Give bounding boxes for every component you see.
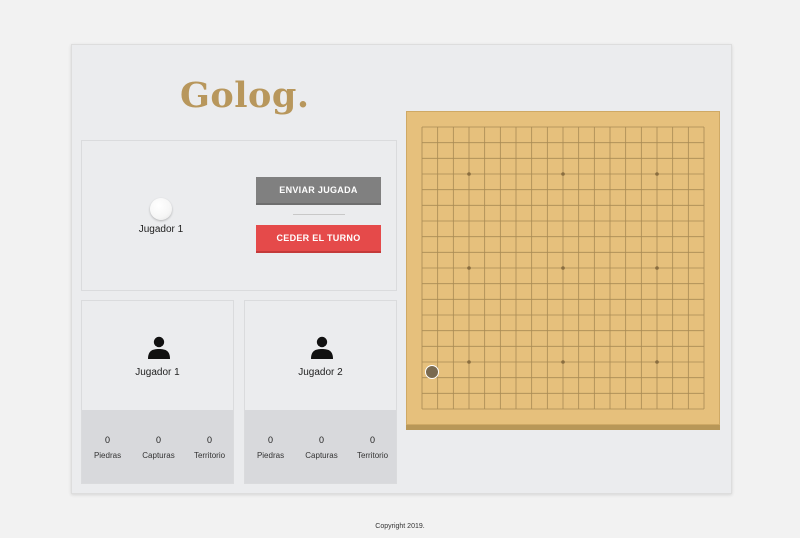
turn-panel: Jugador 1 ENVIAR JUGADA CEDER EL TURNO xyxy=(81,140,397,291)
stat-value: 0 xyxy=(318,435,324,445)
stat-territory: 0 Territorio xyxy=(347,435,398,460)
stat-value: 0 xyxy=(267,435,273,445)
send-move-button[interactable]: ENVIAR JUGADA xyxy=(256,177,381,205)
stat-territory: 0 Territorio xyxy=(184,435,235,460)
stat-label: Territorio xyxy=(193,451,226,460)
stat-label: Capturas xyxy=(142,451,175,460)
current-player-label: Jugador 1 xyxy=(138,224,184,235)
star-point xyxy=(467,266,471,270)
star-point xyxy=(655,360,659,364)
stat-value: 0 xyxy=(155,435,161,445)
main-card: Golog. Jugador 1 ENVIAR JUGADA CEDER EL … xyxy=(71,44,732,494)
user-icon xyxy=(311,336,333,359)
footer-copyright: Copyright 2019. xyxy=(375,523,425,530)
player-2-stats: 0 Piedras 0 Capturas 0 Territorio xyxy=(245,410,396,483)
player-2-name: Jugador 2 xyxy=(298,367,343,378)
user-icon xyxy=(148,336,170,359)
star-point xyxy=(561,360,565,364)
player-2-panel: Jugador 2 0 Piedras 0 Capturas 0 Territo… xyxy=(244,300,397,484)
stat-value: 0 xyxy=(369,435,375,445)
player-1-panel: Jugador 1 0 Piedras 0 Capturas 0 Territo… xyxy=(81,300,234,484)
go-board[interactable] xyxy=(406,111,720,430)
stat-label: Territorio xyxy=(356,451,389,460)
star-point xyxy=(655,172,659,176)
current-turn-stone xyxy=(150,198,172,220)
stat-captures: 0 Capturas xyxy=(296,435,347,460)
board-grid[interactable] xyxy=(406,111,720,425)
stat-stones: 0 Piedras xyxy=(245,435,296,460)
stat-stones: 0 Piedras xyxy=(82,435,133,460)
star-point xyxy=(655,266,659,270)
pass-turn-button[interactable]: CEDER EL TURNO xyxy=(256,225,381,253)
stat-captures: 0 Capturas xyxy=(133,435,184,460)
player-1-stats: 0 Piedras 0 Capturas 0 Territorio xyxy=(82,410,233,483)
stat-label: Piedras xyxy=(93,451,122,460)
star-point xyxy=(561,266,565,270)
stat-value: 0 xyxy=(104,435,110,445)
star-point xyxy=(467,172,471,176)
stat-label: Piedras xyxy=(256,451,285,460)
hover-stone xyxy=(425,365,439,379)
star-point xyxy=(467,360,471,364)
star-point xyxy=(561,172,565,176)
player-1-name: Jugador 1 xyxy=(135,367,180,378)
stat-value: 0 xyxy=(206,435,212,445)
logo: Golog. xyxy=(180,75,310,116)
button-divider xyxy=(293,214,345,215)
stat-label: Capturas xyxy=(305,451,338,460)
